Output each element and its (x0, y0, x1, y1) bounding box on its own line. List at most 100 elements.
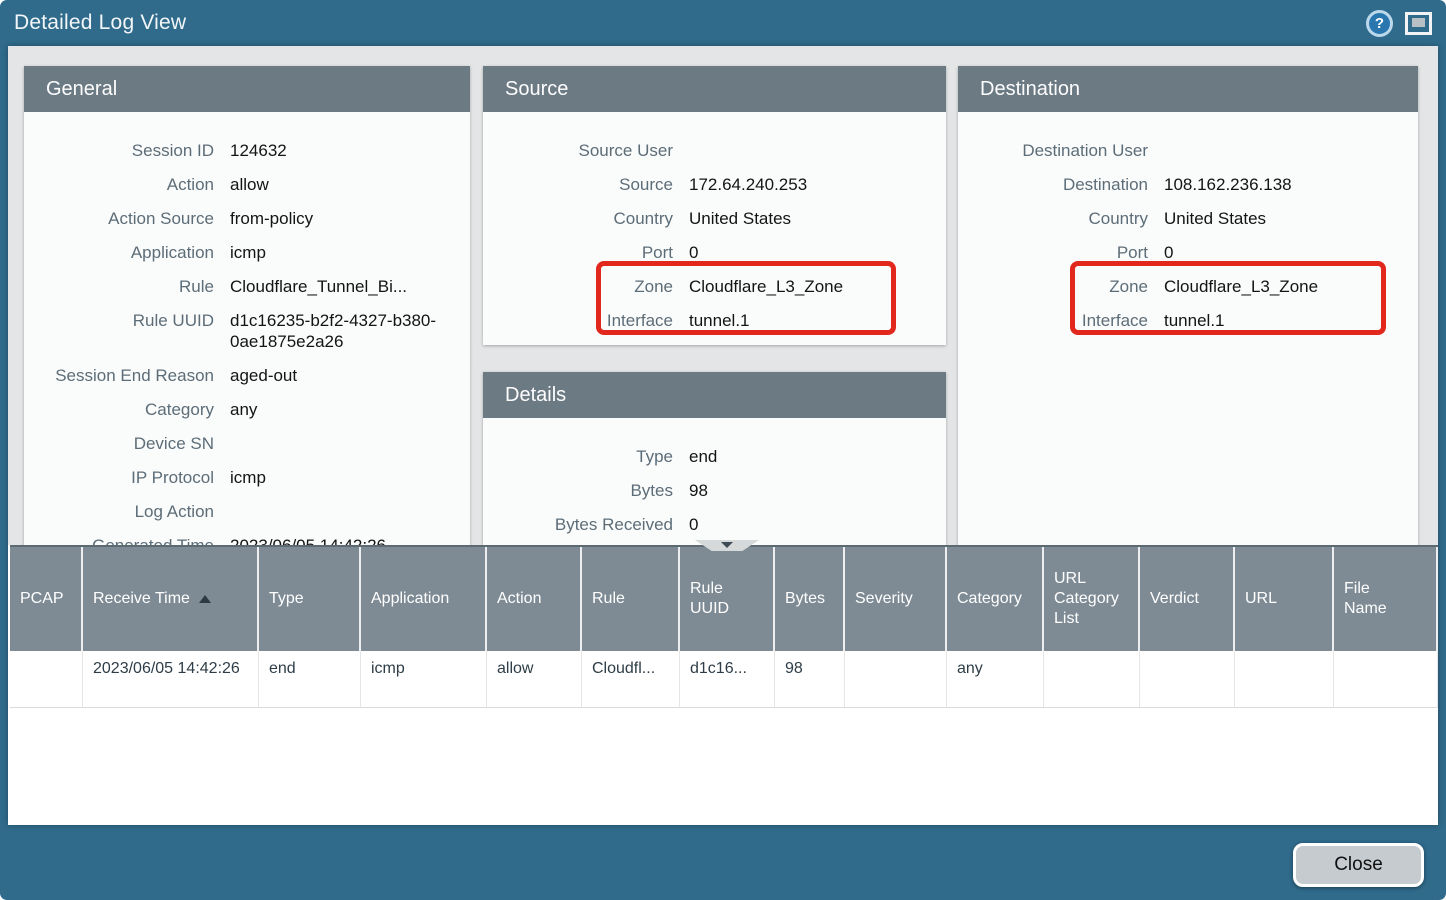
cell-url-category-list (1044, 651, 1140, 708)
destination-panel: Destination Destination User Destination… (958, 66, 1418, 545)
column-header-url-category-list[interactable]: URL Category List (1044, 547, 1140, 651)
details-panel-header: Details (483, 372, 946, 418)
row-application: Application icmp (24, 242, 470, 263)
column-header-severity[interactable]: Severity (845, 547, 947, 651)
title-bar-icons: ? (1366, 10, 1432, 37)
value-device-sn (230, 433, 470, 454)
column-header-receive-time[interactable]: Receive Time (83, 547, 259, 651)
value-destination-user (1164, 140, 1418, 161)
log-table: PCAP Receive Time Type Application Actio… (8, 545, 1438, 825)
row-rule-uuid: Rule UUID d1c16235-b2f2-4327-b380-0ae187… (24, 310, 470, 352)
value-source-address: 172.64.240.253 (689, 174, 946, 195)
cell-rule: Cloudfl... (582, 651, 680, 708)
column-header-action[interactable]: Action (487, 547, 582, 651)
label-source-interface: Interface (483, 310, 689, 331)
column-header-file-name[interactable]: File Name (1334, 547, 1438, 651)
label-destination-interface: Interface (958, 310, 1164, 331)
value-source-country: United States (689, 208, 946, 229)
label-source-user: Source User (483, 140, 689, 161)
cell-rule-uuid: d1c16... (680, 651, 775, 708)
label-bytes: Bytes (483, 480, 689, 501)
label-type: Type (483, 446, 689, 467)
log-table-row[interactable]: 2023/06/05 14:42:26 end icmp allow Cloud… (10, 651, 1438, 708)
cell-type: end (259, 651, 361, 708)
destination-panel-header: Destination (958, 66, 1418, 112)
label-session-end-reason: Session End Reason (24, 365, 230, 386)
close-button[interactable]: Close (1293, 843, 1424, 887)
column-header-verdict[interactable]: Verdict (1140, 547, 1235, 651)
label-source-zone: Zone (483, 276, 689, 297)
row-action-source: Action Source from-policy (24, 208, 470, 229)
value-source-interface: tunnel.1 (689, 310, 946, 331)
value-source-zone: Cloudflare_L3_Zone (689, 276, 946, 297)
row-source-address: Source 172.64.240.253 (483, 174, 946, 195)
general-panel: General Session ID 124632 Action allow A… (24, 66, 470, 545)
row-destination-port: Port 0 (958, 242, 1418, 263)
column-header-pcap[interactable]: PCAP (10, 547, 83, 651)
label-application: Application (24, 242, 230, 263)
row-destination-zone: Zone Cloudflare_L3_Zone (958, 276, 1418, 297)
general-panel-header: General (24, 66, 470, 112)
label-destination-port: Port (958, 242, 1164, 263)
value-source-user (689, 140, 946, 161)
chevron-down-icon (721, 542, 733, 548)
value-destination-country: United States (1164, 208, 1418, 229)
log-detail-panels-area: General Session ID 124632 Action allow A… (8, 46, 1438, 545)
label-source-port: Port (483, 242, 689, 263)
column-header-url[interactable]: URL (1235, 547, 1334, 651)
column-header-rule-uuid[interactable]: Rule UUID (680, 547, 775, 651)
source-panel-header: Source (483, 66, 946, 112)
row-destination-user: Destination User (958, 140, 1418, 161)
label-source-address: Source (483, 174, 689, 195)
row-destination-interface: Interface tunnel.1 (958, 310, 1418, 331)
label-destination-zone: Zone (958, 276, 1164, 297)
source-panel: Source Source User Source 172.64.240.253… (483, 66, 946, 345)
row-type: Type end (483, 446, 946, 467)
label-category: Category (24, 399, 230, 420)
column-header-bytes[interactable]: Bytes (775, 547, 845, 651)
column-header-category[interactable]: Category (947, 547, 1044, 651)
column-header-type[interactable]: Type (259, 547, 361, 651)
row-session-id: Session ID 124632 (24, 140, 470, 161)
title-bar: Detailed Log View ? (0, 0, 1446, 46)
column-header-application[interactable]: Application (361, 547, 487, 651)
cell-category: any (947, 651, 1044, 708)
log-table-header: PCAP Receive Time Type Application Actio… (10, 545, 1438, 651)
source-panel-body: Source User Source 172.64.240.253 Countr… (483, 112, 946, 331)
label-device-sn: Device SN (24, 433, 230, 454)
cell-application: icmp (361, 651, 487, 708)
value-destination-port: 0 (1164, 242, 1418, 263)
row-source-port: Port 0 (483, 242, 946, 263)
value-action-source: from-policy (230, 208, 470, 229)
restore-window-icon[interactable] (1405, 12, 1432, 35)
row-bytes: Bytes 98 (483, 480, 946, 501)
row-source-user: Source User (483, 140, 946, 161)
value-destination-zone: Cloudflare_L3_Zone (1164, 276, 1418, 297)
row-destination-country: Country United States (958, 208, 1418, 229)
row-log-action: Log Action (24, 501, 470, 522)
cell-action: allow (487, 651, 582, 708)
cell-file-name (1334, 651, 1438, 708)
label-ip-protocol: IP Protocol (24, 467, 230, 488)
label-bytes-received: Bytes Received (483, 514, 689, 535)
column-header-rule[interactable]: Rule (582, 547, 680, 651)
details-panel: Details Type end Bytes 98 Bytes Received… (483, 372, 946, 545)
row-device-sn: Device SN (24, 433, 470, 454)
value-application: icmp (230, 242, 470, 263)
cell-pcap (10, 651, 83, 708)
label-log-action: Log Action (24, 501, 230, 522)
restore-window-icon-inner (1412, 18, 1425, 27)
label-rule-uuid: Rule UUID (24, 310, 230, 352)
cell-bytes: 98 (775, 651, 845, 708)
help-icon[interactable]: ? (1366, 10, 1393, 37)
sort-asc-icon (199, 595, 211, 603)
cell-severity (845, 651, 947, 708)
label-rule: Rule (24, 276, 230, 297)
label-generated-time: Generated Time (24, 535, 230, 545)
value-log-action (230, 501, 470, 522)
label-destination-country: Country (958, 208, 1164, 229)
row-session-end-reason: Session End Reason aged-out (24, 365, 470, 386)
destination-panel-body: Destination User Destination 108.162.236… (958, 112, 1418, 331)
row-source-zone: Zone Cloudflare_L3_Zone (483, 276, 946, 297)
value-generated-time: 2023/06/05 14:42:26 (230, 535, 470, 545)
